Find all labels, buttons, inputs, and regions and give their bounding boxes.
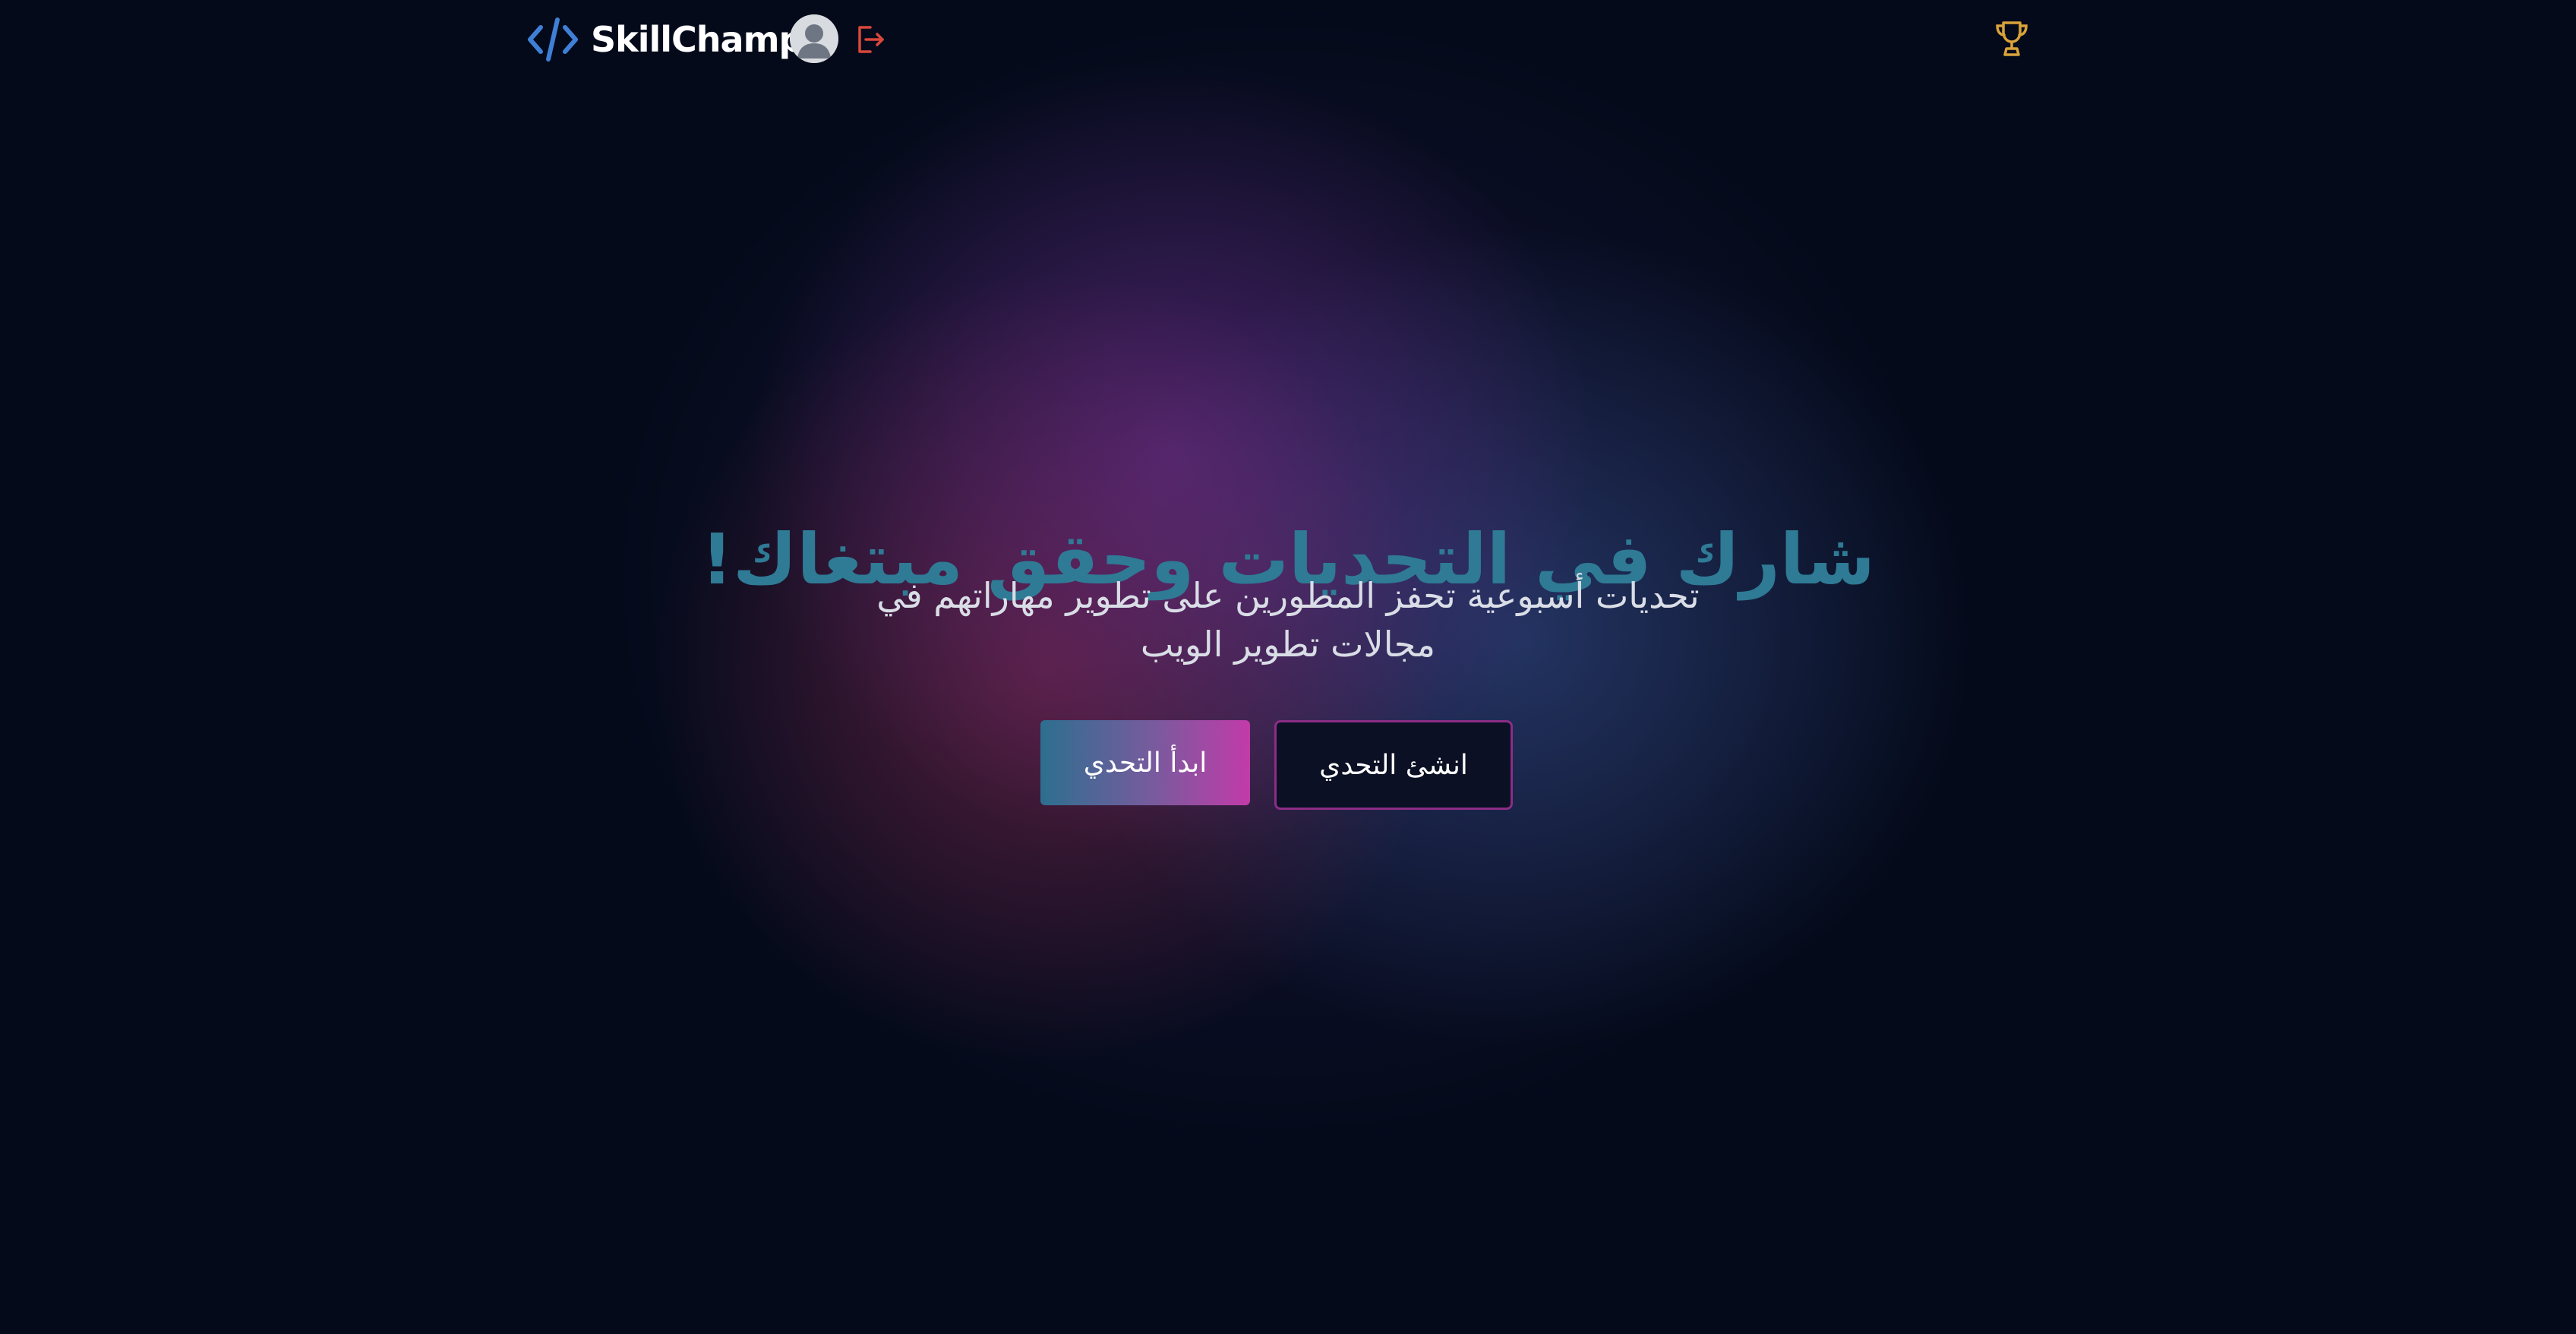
- hero-subtitle-line-2: مجالات تطوير الويب: [1140, 624, 1436, 665]
- logout-button[interactable]: [854, 23, 887, 56]
- hero-subtitle: تحديات أسبوعية تحفز المطورين على تطوير م…: [858, 571, 1718, 669]
- trophy-icon: [1996, 21, 2028, 56]
- hero-subtitle-line-1: تحديات أسبوعية تحفز المطورين على تطوير م…: [876, 575, 1700, 616]
- leaderboard-button[interactable]: [1994, 20, 2029, 58]
- logout-icon: [858, 26, 884, 53]
- start-challenge-button[interactable]: ابدأ التحدي: [1040, 720, 1250, 805]
- user-avatar-icon: [790, 14, 838, 63]
- code-icon: [526, 17, 580, 62]
- create-challenge-button[interactable]: انشئ التحدي: [1274, 720, 1513, 810]
- top-navbar: SkillChamp: [0, 0, 2576, 79]
- user-avatar[interactable]: [790, 14, 838, 63]
- brand-name: SkillChamp: [591, 19, 803, 60]
- brand-logo[interactable]: SkillChamp: [526, 14, 803, 65]
- page: SkillChamp شارك في التحديات وحقق مبتغاك!…: [0, 0, 2576, 1334]
